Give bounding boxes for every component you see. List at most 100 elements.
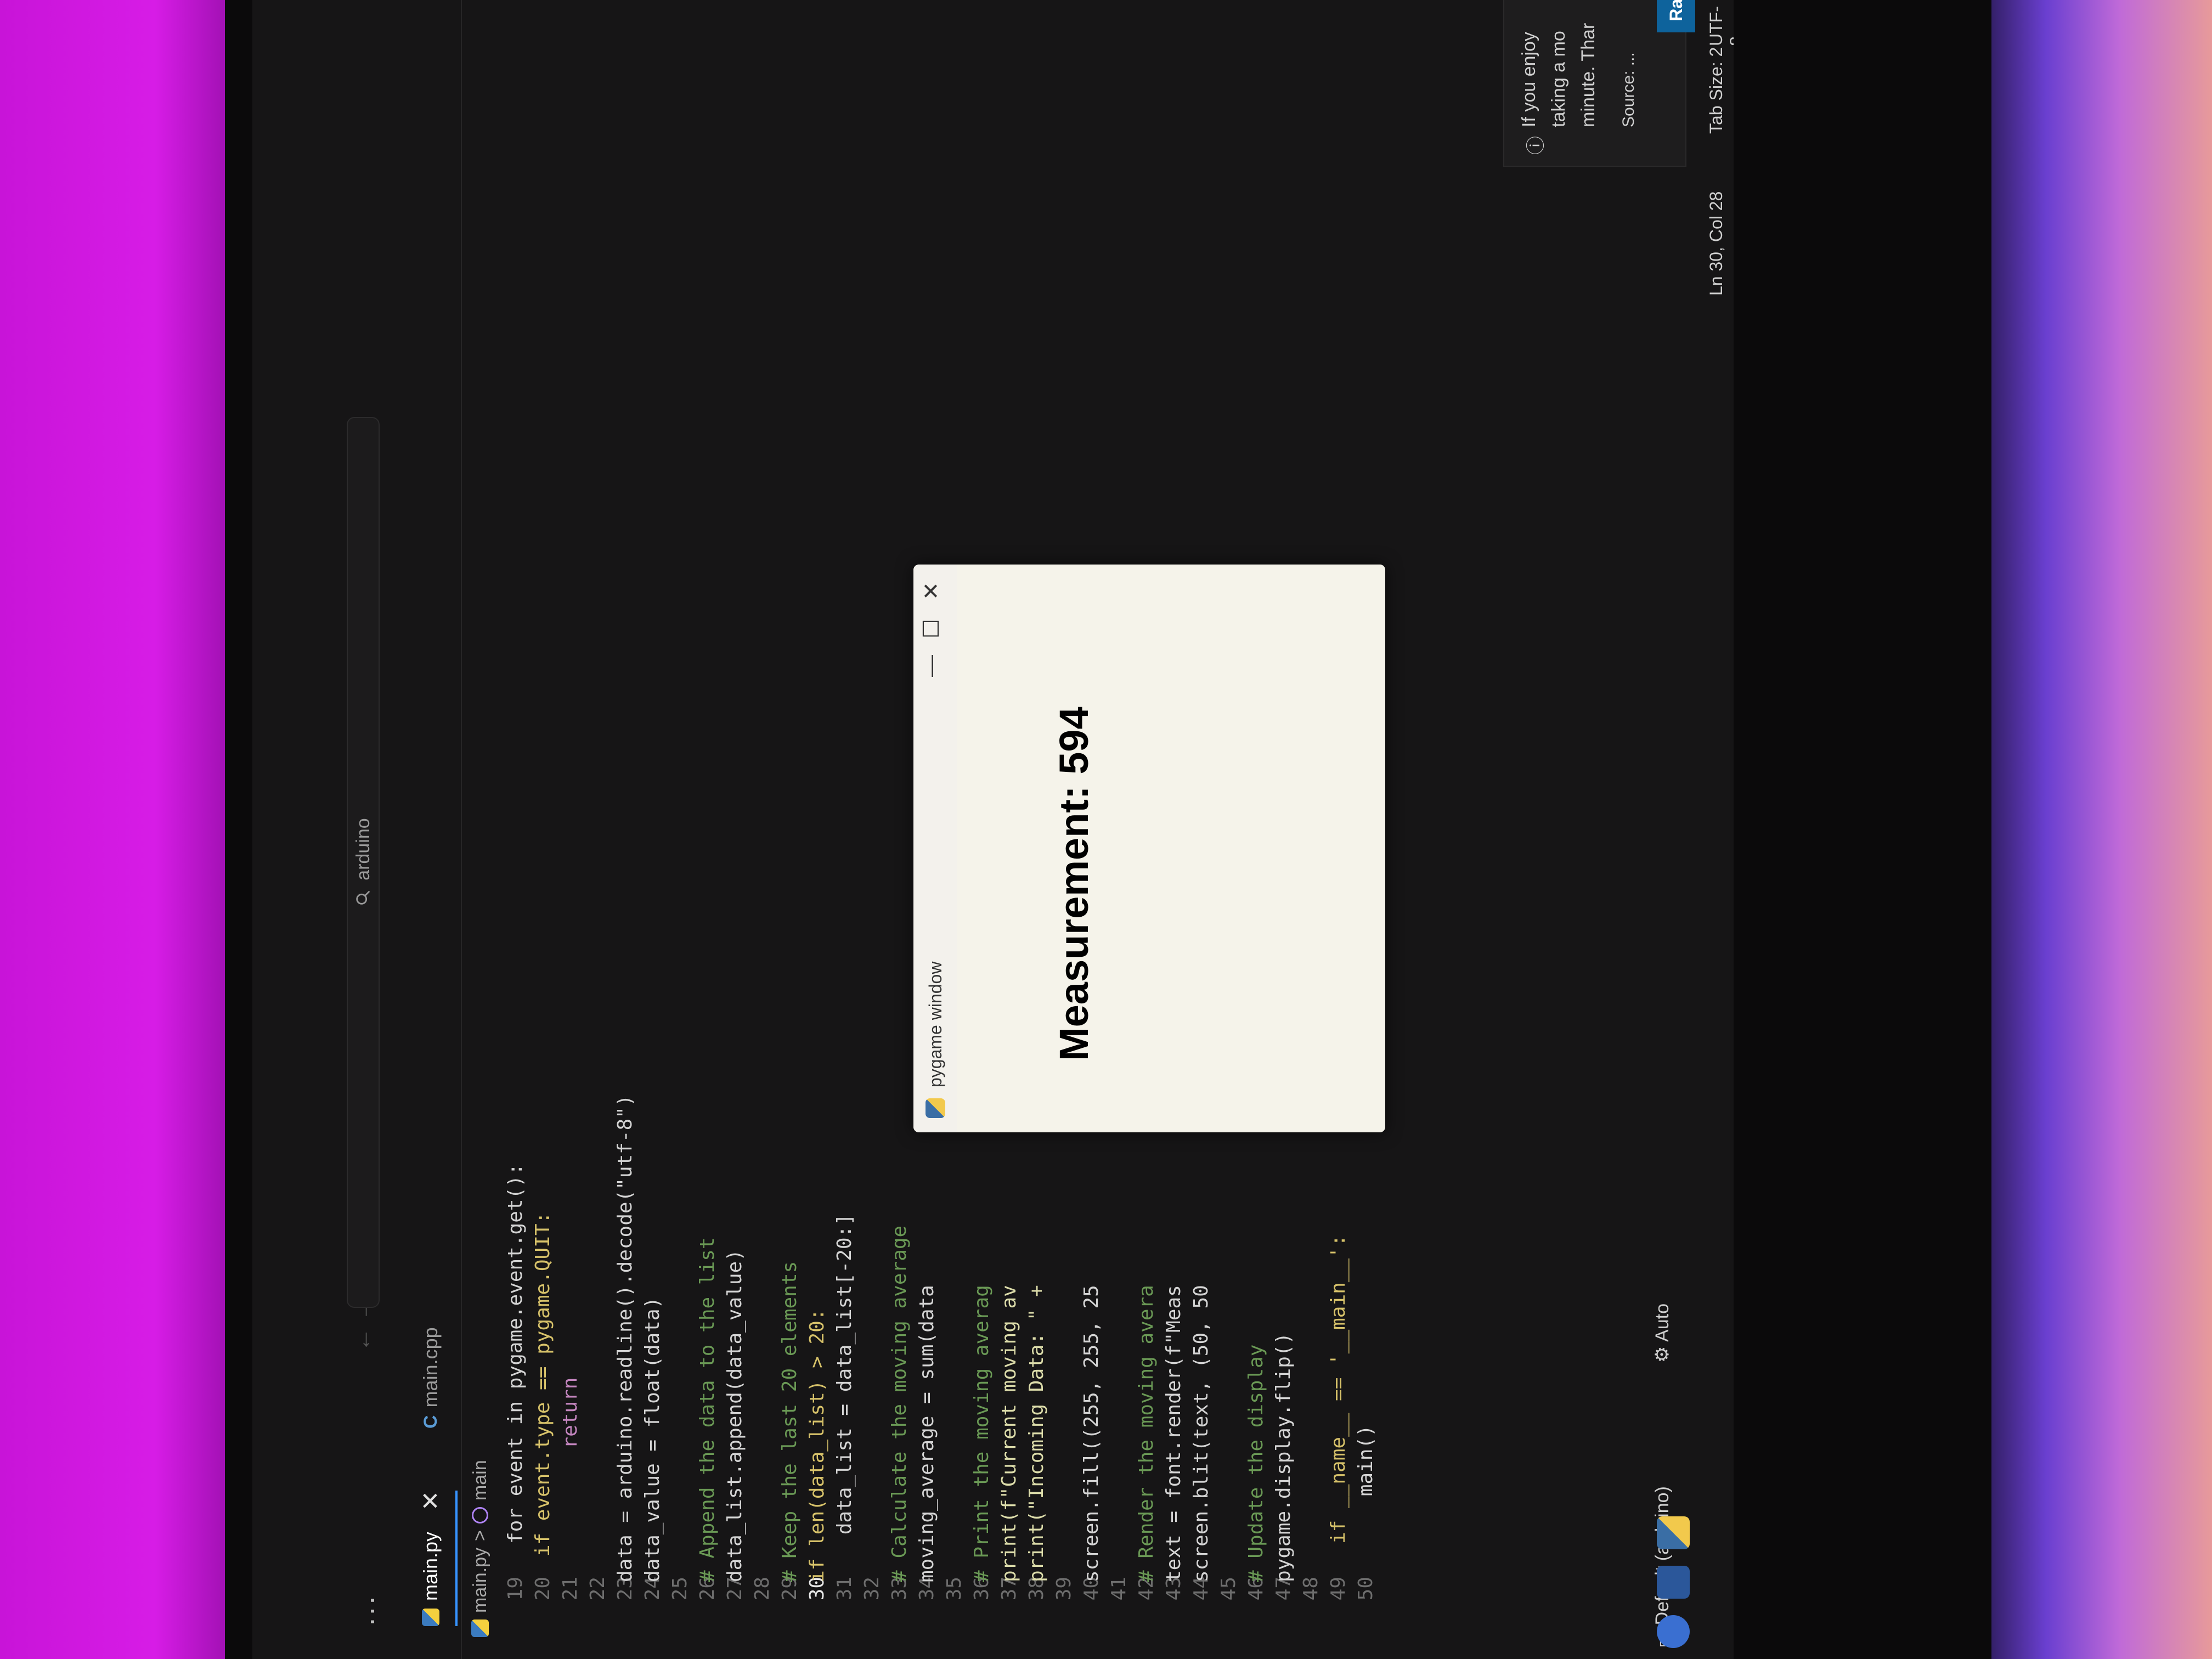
code-text: if event.type == pygame.QUIT: [532,1211,554,1604]
close-icon[interactable]: ✕ [417,1491,445,1511]
back-arrow-icon[interactable]: ← [349,1328,376,1352]
tab-label: main.py [419,1531,442,1601]
line-number: 46 [1245,1577,1267,1601]
code-text: # Print the moving averag [970,1285,993,1582]
line-number: 41 [1108,1577,1130,1601]
code-text: data_value = float(data) [641,1296,664,1582]
tab-label: main.cpp [419,1327,442,1408]
line-number: 21 [559,1577,582,1601]
notification-source: Source: ... [1620,52,1638,127]
python-app-icon[interactable] [1657,1516,1690,1549]
code-text: return [559,1377,582,1544]
line-number: 43 [1163,1577,1185,1601]
line-number: 36 [970,1577,993,1601]
code-text: if len(data_list) > 20: [806,1308,828,1583]
python-file-icon [471,1620,489,1637]
notification-line3: minute. Thar [1578,22,1599,127]
code-text: pygame.display.flip() [1272,1332,1295,1582]
title-bar: ... ← → arduino [335,0,395,1659]
minimize-button[interactable]: — [919,655,944,677]
taskbar [1657,1516,1690,1648]
breadcrumb-symbol[interactable]: main [470,1460,491,1500]
close-button[interactable]: ✕ [919,582,944,600]
tab-main-py[interactable]: main.py ✕ [406,1491,458,1626]
line-number: 45 [1217,1577,1240,1601]
code-text: print("Incoming Data: " + [1025,1285,1048,1582]
word-app-icon[interactable] [1657,1566,1690,1599]
rate-button[interactable]: Rate [1657,0,1695,32]
tab-size[interactable]: Tab Size: 2 [1706,47,1726,134]
line-number: 26 [696,1577,719,1601]
line-number: 49 [1327,1577,1350,1601]
line-number: 40 [1080,1577,1103,1601]
tab-main-cpp[interactable]: C main.cpp [406,1327,455,1429]
status-bar: Ln 30, Col 28 Tab Size: 2 UTF-8 [1701,0,1734,1659]
line-number: 28 [751,1577,774,1601]
info-icon: ⓘ [1526,136,1547,155]
line-number: 39 [1053,1577,1075,1601]
pygame-window[interactable]: pygame window — ☐ ✕ Measurement: 594 [913,565,1385,1132]
gear-icon: ⚙ [1652,1341,1673,1363]
line-number: 24 [641,1577,664,1601]
editor-tabs: main.py ✕ C main.cpp [395,0,462,1659]
line-number: 38 [1025,1577,1048,1601]
line-number: 33 [888,1577,911,1601]
code-text: data = arduino.readline().decode("utf-8"… [614,1094,636,1582]
desk-background [1982,0,2212,1659]
code-text: main() [1355,1425,1377,1544]
line-number: 22 [586,1577,609,1601]
terminal-toolbar: ▭ Default (arduino) ⚙ Auto [1646,0,1690,1659]
line-number: 25 [669,1577,691,1601]
encoding[interactable]: UTF-8 [1706,0,1734,46]
notification-line1: If you enjoy [1519,32,1539,127]
code-text: for event in pygame.event.get(): [504,1163,527,1544]
code-text: # Calculate the moving average [888,1225,911,1582]
search-text: arduino [352,818,374,881]
line-number: 29 [778,1577,801,1601]
notification-line2: taking a mo [1548,31,1569,127]
auto-toggle[interactable]: ⚙ Auto [1651,1304,1673,1363]
line-number: 27 [724,1577,746,1601]
line-number: 47 [1272,1577,1295,1601]
code-text: # Keep the last 20 elements [778,1261,801,1582]
search-icon [356,890,370,905]
line-number: 50 [1355,1577,1377,1601]
avatar[interactable] [1657,1615,1690,1648]
pygame-window-title: pygame window [925,961,945,1087]
line-number: 34 [916,1577,938,1601]
line-number: 30 [806,1577,828,1601]
code-text: # Update the display [1245,1344,1267,1582]
code-text: data_list = data_list[-20:] [833,1214,856,1582]
line-number: 32 [861,1577,883,1601]
command-center-search[interactable]: arduino [347,417,380,1308]
code-text: # Append the data to the list [696,1237,719,1582]
pygame-icon [926,1098,945,1118]
maximize-button[interactable]: ☐ [919,619,944,639]
code-text: text = font.render(f"Meas [1163,1285,1185,1582]
vscode-window: ... ← → arduino main.py ✕ C main.cpp mai… [252,0,1734,1659]
line-number: 48 [1300,1577,1322,1601]
code-text: # Render the moving avera [1135,1285,1158,1582]
pygame-title-bar[interactable]: pygame window — ☐ ✕ [913,565,957,1132]
code-text: print(f"Current moving av [998,1285,1020,1582]
code-text: if __name__ == '__main__': [1327,1234,1350,1544]
cpp-file-icon: C [420,1415,441,1429]
line-number: 42 [1135,1577,1158,1601]
line-number: 37 [998,1577,1020,1601]
cursor-position[interactable]: Ln 30, Col 28 [1706,191,1726,296]
line-number: 35 [943,1577,966,1601]
code-text: screen.blit(text, (50, 50 [1190,1285,1212,1582]
line-number: 23 [614,1577,636,1601]
pygame-canvas: Measurement: 594 [957,565,1385,1132]
breadcrumb: main.py > main [464,1460,496,1637]
line-number: 31 [833,1577,856,1601]
auto-label: Auto [1652,1303,1673,1342]
code-text: data_list.append(data_value) [724,1249,746,1582]
more-actions-icon[interactable]: ... [346,1594,381,1626]
code-text: screen.fill((255, 255, 25 [1080,1285,1103,1582]
breadcrumb-file[interactable]: main.py [470,1548,491,1613]
function-symbol-icon [472,1507,488,1524]
python-file-icon [422,1609,439,1626]
measurement-text: Measurement: 594 [1051,707,1097,1061]
line-number: 44 [1190,1577,1212,1601]
